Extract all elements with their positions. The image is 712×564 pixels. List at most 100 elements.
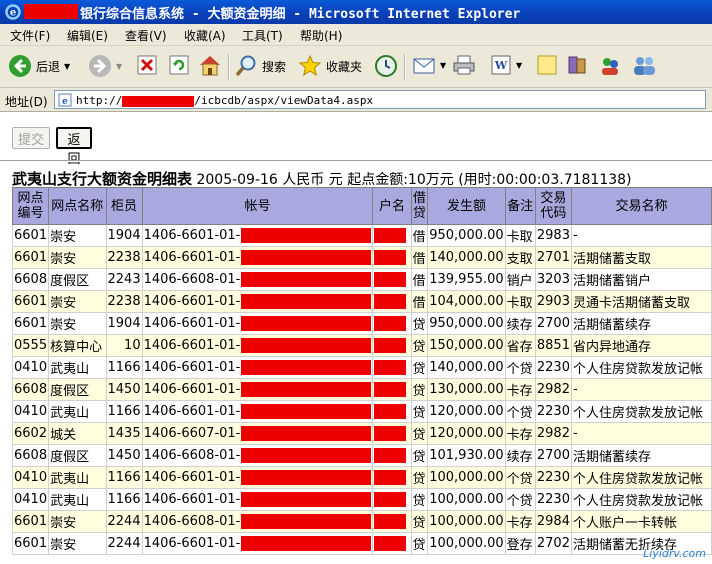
transactions-table: 网点编号 网点名称 柜员 帐号 户名 借贷 发生额 备注 交易代码 交易名称 6…	[11, 187, 712, 555]
cell-debit-credit: 贷	[410, 444, 429, 467]
cell-holder	[372, 224, 412, 247]
account-prefix: 1406-6601-01-	[143, 360, 241, 375]
cell-holder	[372, 246, 412, 269]
research-button[interactable]	[566, 54, 590, 76]
menu-tools[interactable]: 工具(T)	[242, 27, 283, 44]
menu-view[interactable]: 查看(V)	[125, 27, 167, 44]
cell-holder	[372, 356, 412, 379]
submit-button[interactable]: 提交	[12, 127, 50, 149]
cell-txn-name: -	[570, 224, 712, 247]
table-row: 6601 崇安 2238 1406-6601-01- 借 140,000.00 支取 2701…	[11, 246, 712, 269]
address-input[interactable]: e http:// /icbcdb/aspx/viewData4.aspx	[54, 90, 706, 109]
redacted-account	[241, 228, 372, 243]
menu-edit[interactable]: 编辑(E)	[67, 27, 108, 44]
mail-button[interactable]: ▼	[412, 54, 446, 76]
cell-branch-id: 6601	[11, 224, 50, 247]
back-button[interactable]: 后退 ▼	[8, 54, 70, 78]
cell-amount: 950,000.00	[427, 312, 506, 335]
cell-debit-credit: 贷	[410, 356, 429, 379]
table-row: 6608 度假区 1450 1406-6608-01- 贷 101,930.00 续存 270…	[11, 444, 712, 467]
table-row: 0555 核算中心 10 1406-6601-01- 贷 150,000.00 省存 8851…	[11, 334, 712, 357]
cell-branch-id: 0410	[11, 400, 50, 423]
cell-holder	[372, 400, 412, 423]
history-button[interactable]	[374, 54, 398, 78]
cell-txn-name: 活期储蓄续存	[570, 312, 712, 335]
menu-favorites[interactable]: 收藏(A)	[184, 27, 226, 44]
cell-debit-credit: 贷	[410, 400, 429, 423]
search-button[interactable]: 搜索	[234, 54, 286, 78]
cell-note: 个贷	[504, 356, 536, 379]
print-button[interactable]	[452, 54, 476, 76]
window-title: 银行综合信息系统 - 大额资金明细 - Microsoft Internet E…	[80, 7, 521, 22]
cell-branch-id: 6601	[11, 312, 50, 335]
cell-holder	[372, 444, 412, 467]
cell-teller: 2238	[105, 246, 143, 269]
table-row: 6601 崇安 1904 1406-6601-01- 借 950,000.00 卡取 2983…	[11, 224, 712, 247]
cell-code: 2982	[534, 378, 572, 401]
discuss-button[interactable]	[536, 54, 558, 76]
cell-debit-credit: 借	[410, 224, 429, 247]
cell-code: 2983	[534, 224, 572, 247]
ie-logo-icon: e	[5, 4, 21, 20]
cell-branch-name: 度假区	[48, 444, 107, 467]
chevron-down-icon: ▼	[64, 61, 71, 71]
cell-txn-name: 省内异地通存	[570, 334, 712, 357]
cell-debit-credit: 贷	[410, 466, 429, 489]
table-row: 6602 城关 1435 1406-6607-01- 贷 120,000.00 卡存 2982…	[11, 422, 712, 445]
refresh-button[interactable]	[168, 54, 190, 76]
cell-teller: 1166	[105, 400, 143, 423]
forward-arrow-icon	[89, 55, 111, 77]
page-icon: e	[58, 93, 72, 107]
page-content: 提交 返回 武夷山支行大额资金明细表 2005-09-16 人民币 元 起点金额…	[0, 112, 712, 564]
note-icon	[537, 55, 557, 75]
stop-button[interactable]	[136, 54, 158, 76]
cell-account: 1406-6601-01-	[141, 378, 374, 401]
account-prefix: 1406-6601-01-	[143, 536, 241, 551]
cell-holder	[372, 488, 412, 511]
watermark: Liyidrv.com	[643, 547, 706, 560]
cell-account: 1406-6601-01-	[141, 356, 374, 379]
cell-amount: 120,000.00	[427, 422, 506, 445]
cell-txn-name: 个人账户一卡转帐	[570, 510, 712, 533]
redacted-holder	[374, 404, 407, 419]
cell-note: 卡取	[504, 224, 536, 247]
table-row: 6608 度假区 1450 1406-6601-01- 贷 130,000.00 卡存 298…	[11, 378, 712, 401]
chevron-down-icon: ▼	[516, 60, 523, 70]
back-label: 后退	[36, 59, 61, 74]
home-button[interactable]	[198, 54, 222, 76]
redacted-bank-name	[24, 4, 78, 19]
account-prefix: 1406-6608-01-	[143, 448, 241, 463]
messenger-button[interactable]	[598, 54, 622, 78]
redacted-holder	[374, 448, 407, 463]
favorites-button[interactable]: 收藏夹	[298, 54, 362, 78]
redacted-account	[241, 514, 372, 529]
cell-txn-name: 个人住房贷款发放记帐	[570, 466, 712, 489]
menu-help[interactable]: 帮助(H)	[300, 27, 342, 44]
table-row: 0410 武夷山 1166 1406-6601-01- 贷 100,000.00 个贷 223…	[11, 466, 712, 489]
redacted-holder	[374, 470, 407, 485]
mail-icon	[413, 58, 435, 74]
menu-file[interactable]: 文件(F)	[10, 27, 50, 44]
table-row: 0410 武夷山 1166 1406-6601-01- 贷 120,000.00 个贷 223…	[11, 400, 712, 423]
search-label: 搜索	[262, 59, 287, 74]
back-page-button[interactable]: 返回	[56, 127, 92, 167]
menu-bar: 文件(F) 编辑(E) 查看(V) 收藏(A) 工具(T) 帮助(H)	[0, 24, 712, 46]
cell-teller: 1904	[105, 224, 143, 247]
redacted-holder	[374, 536, 407, 551]
cell-branch-id: 0410	[11, 466, 50, 489]
messenger-icon	[602, 58, 618, 75]
report-unit: 元	[328, 172, 343, 188]
redacted-holder	[374, 338, 407, 353]
toolbar: 后退 ▼ ▼ 搜索 收藏夹 ▼ W ▼	[0, 46, 712, 88]
cell-txn-name: 活期储蓄支取	[570, 246, 712, 269]
cell-account: 1406-6608-01-	[141, 268, 374, 291]
cell-teller: 1450	[105, 444, 143, 467]
cell-code: 2230	[534, 356, 572, 379]
people-button[interactable]	[632, 54, 658, 78]
cell-branch-id: 0410	[11, 488, 50, 511]
search-icon	[235, 55, 256, 77]
edit-button[interactable]: W ▼	[490, 54, 522, 76]
cell-branch-id: 0410	[11, 356, 50, 379]
forward-button[interactable]: ▼	[88, 54, 122, 78]
account-prefix: 1406-6601-01-	[143, 470, 241, 485]
